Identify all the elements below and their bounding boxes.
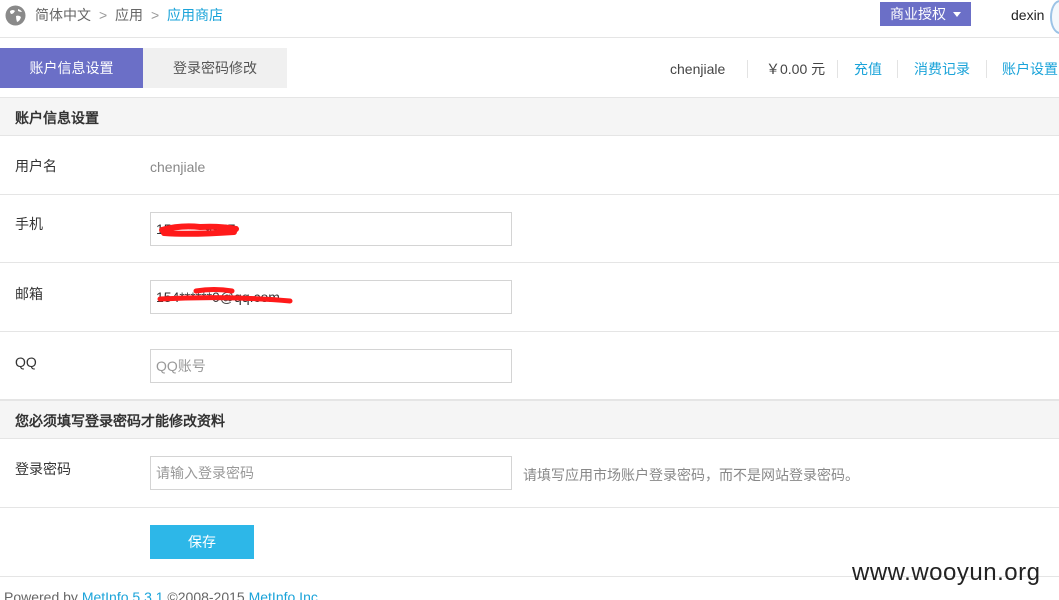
avatar[interactable] xyxy=(1050,0,1059,34)
email-label: 邮箱 xyxy=(15,286,43,302)
account-username: chenjiale xyxy=(670,61,726,77)
form-row-username: 用户名 chenjiale xyxy=(0,136,1059,195)
phone-input[interactable] xyxy=(150,212,512,246)
account-balance: ￥0.00 元 xyxy=(766,61,826,77)
footer-copyright: ©2008-2015 xyxy=(163,589,249,600)
top-bar: 简体中文 > 应用 > 应用商店 商业授权 dexin xyxy=(0,0,1059,38)
email-input[interactable] xyxy=(150,280,512,314)
globe-icon xyxy=(5,5,26,26)
qq-input[interactable] xyxy=(150,349,512,383)
form-row-email: 邮箱 xyxy=(0,263,1059,332)
form-row-phone: 手机 xyxy=(0,195,1059,263)
qq-label: QQ xyxy=(15,354,37,370)
section-account-info-header: 账户信息设置 xyxy=(0,97,1059,136)
password-label: 登录密码 xyxy=(15,461,71,477)
tab-password-change[interactable]: 登录密码修改 xyxy=(143,48,287,88)
header-username[interactable]: dexin xyxy=(1011,6,1044,24)
username-value: chenjiale xyxy=(150,159,206,175)
footer: Powered by MetInfo 5.3.1 ©2008-2015 MetI… xyxy=(4,588,322,600)
password-input[interactable] xyxy=(150,456,512,490)
username-label: 用户名 xyxy=(15,158,57,174)
form-row-qq: QQ xyxy=(0,332,1059,400)
footer-product-link[interactable]: MetInfo 5.3.1 xyxy=(82,589,164,600)
footer-prefix: Powered by xyxy=(4,589,82,600)
section-password-header: 您必须填写登录密码才能修改资料 xyxy=(0,400,1059,439)
breadcrumb-app[interactable]: 应用 xyxy=(115,6,143,24)
phone-label: 手机 xyxy=(15,216,43,232)
form-row-password: 登录密码 请填写应用市场账户登录密码，而不是网站登录密码。 xyxy=(0,439,1059,508)
caret-down-icon xyxy=(953,12,961,17)
footer-company-link[interactable]: MetInfo Inc. xyxy=(249,589,322,600)
section-title: 账户信息设置 xyxy=(15,110,99,126)
account-settings-link[interactable]: 账户设置 xyxy=(1002,60,1058,78)
divider xyxy=(986,60,987,78)
password-hint: 请填写应用市场账户登录密码，而不是网站登录密码。 xyxy=(523,467,859,483)
tab-account-info[interactable]: 账户信息设置 xyxy=(0,48,143,88)
watermark: www.wooyun.org xyxy=(852,559,1041,586)
breadcrumb-store[interactable]: 应用商店 xyxy=(167,6,223,24)
divider xyxy=(837,60,838,78)
save-button[interactable]: 保存 xyxy=(150,525,254,559)
license-button-label: 商业授权 xyxy=(890,6,946,22)
breadcrumb-separator: > xyxy=(99,7,108,23)
section-title: 您必须填写登录密码才能修改资料 xyxy=(15,413,225,429)
license-button[interactable]: 商业授权 xyxy=(880,2,971,26)
breadcrumb-separator: > xyxy=(151,7,160,23)
divider xyxy=(747,60,748,78)
divider xyxy=(897,60,898,78)
recharge-link[interactable]: 充值 xyxy=(854,60,882,78)
breadcrumb-language[interactable]: 简体中文 xyxy=(35,6,91,24)
records-link[interactable]: 消费记录 xyxy=(914,60,970,78)
